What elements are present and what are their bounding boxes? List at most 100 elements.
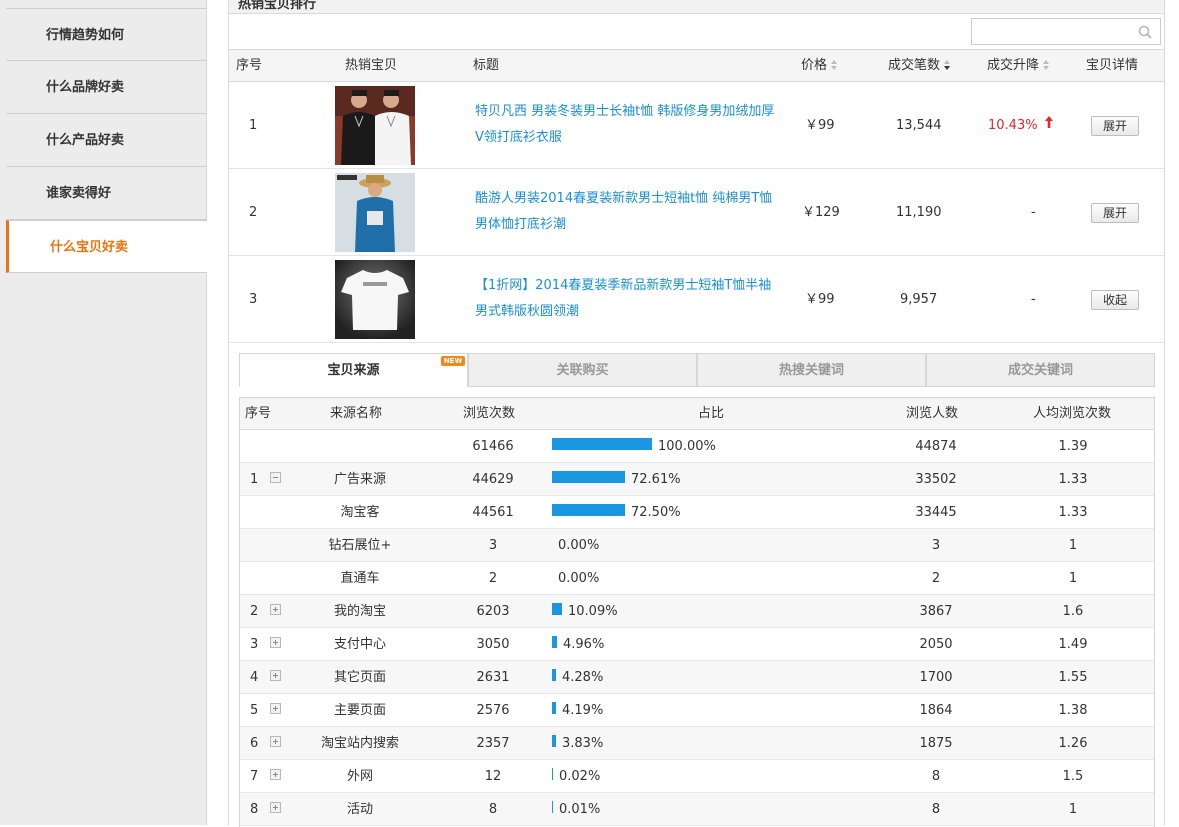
visitors: 3867 [919,604,953,619]
visitors: 44874 [915,439,957,454]
product-title-link[interactable]: 酷游人男装2014春夏装新款男士短袖t恤 纯棉男T恤男体恤打底衫潮 [475,186,775,238]
collapse-button[interactable]: 收起 [1091,290,1139,310]
search-icon[interactable] [1138,25,1152,39]
col-change-header[interactable]: 成交升降 [987,50,1050,81]
col-rank: 序号 [236,58,263,73]
price: ￥129 [802,205,840,220]
sidebar-item-brand[interactable]: 什么品牌好卖 [6,61,207,114]
visitors: 2050 [919,637,953,652]
source-name: 活动 [346,802,373,817]
product-title-link[interactable]: 【1折网】2014春夏装季新品新款男士短袖T恤半袖男式韩版秋圆领潮 [475,273,775,325]
table-row: 1 特贝凡西 男装冬装男士长袖t恤 韩版修身男加绒加厚V领打底衫衣服 ￥99 1… [229,82,1164,169]
detail-tabs: 宝贝来源 NEW 关联购买 热搜关键词 成交关键词 [239,353,1155,387]
new-badge: NEW [441,356,465,366]
share-percent: 4.28% [562,670,604,685]
table-row: 2 我的淘宝 6203 10.09% 3867 1.6 [240,595,1154,628]
expand-plus-icon[interactable] [270,769,281,780]
search-input[interactable] [972,19,1132,44]
source-name: 我的淘宝 [333,604,386,619]
share-percent: 0.00% [558,571,600,586]
share-bar [552,636,557,648]
views: 2 [488,571,498,586]
source-name: 支付中心 [333,637,386,652]
source-name: 淘宝站内搜索 [320,736,399,751]
col-idx: 序号 [245,406,272,421]
row-index: 6 [250,736,259,751]
share-bar [552,801,553,813]
expand-button[interactable]: 展开 [1091,203,1139,223]
source-name: 外网 [346,769,373,784]
table-row: 5 主要页面 2576 4.19% 1864 1.38 [240,694,1154,727]
share-percent: 0.02% [559,769,601,784]
source-table-header: 序号 来源名称 浏览次数 占比 浏览人数 人均浏览次数 [240,398,1154,430]
table-row: 1 广告来源 44629 72.61% 33502 1.33 [240,463,1154,496]
source-name: 淘宝客 [340,505,380,520]
tab-item-source[interactable]: 宝贝来源 NEW [239,353,468,387]
col-detail: 宝贝详情 [1086,58,1139,73]
product-thumbnail[interactable] [335,86,415,165]
expand-plus-icon[interactable] [270,802,281,813]
row-index: 8 [250,802,259,817]
rank: 1 [249,118,258,133]
visitors: 8 [931,802,941,817]
share-bar [552,669,556,681]
expand-button[interactable]: 展开 [1091,116,1139,136]
col-price: 价格 [801,58,828,73]
sort-icon [831,60,838,70]
panel-header: 热销宝贝排行 [229,0,1164,14]
arrow-up-icon [1045,116,1053,128]
col-item: 热销宝贝 [345,58,398,73]
change-rate: 10.43% [988,118,1038,133]
expand-plus-icon[interactable] [270,637,281,648]
views: 3 [488,538,498,553]
share-percent: 100.00% [658,439,716,454]
sidebar-item-hot-items[interactable]: 什么宝贝好卖 [6,220,207,273]
avg-views: 1 [1068,571,1078,586]
sidebar-item-market-trend[interactable]: 行情趋势如何 [6,8,207,61]
avg-views: 1.55 [1058,670,1088,685]
product-thumbnail[interactable] [335,173,415,252]
change-rate: - [1031,292,1036,307]
visitors: 8 [931,769,941,784]
row-index: 4 [250,670,259,685]
tab-deal-keywords[interactable]: 成交关键词 [926,353,1155,387]
share-bar [552,768,553,780]
share-percent: 72.50% [631,505,681,520]
avg-views: 1.6 [1062,604,1084,619]
table-row: 6 淘宝站内搜索 2357 3.83% 1875 1.26 [240,727,1154,760]
table-row: 61466 100.00% 44874 1.39 [240,430,1154,463]
share-bar [552,504,625,516]
expand-plus-icon[interactable] [270,604,281,615]
views: 3050 [476,637,510,652]
product-title-link[interactable]: 特贝凡西 男装冬装男士长袖t恤 韩版修身男加绒加厚V领打底衫衣服 [475,99,775,151]
table-row: 淘宝客 44561 72.50% 33445 1.33 [240,496,1154,529]
visitors: 2 [931,571,941,586]
expand-plus-icon[interactable] [270,736,281,747]
tab-related-purchase[interactable]: 关联购买 [468,353,697,387]
views: 2631 [476,670,510,685]
share-bar [552,603,562,615]
visitors: 1875 [919,736,953,751]
collapse-minus-icon[interactable] [270,472,281,483]
table-row: 3 支付中心 3050 4.96% 2050 1.49 [240,628,1154,661]
col-price-header[interactable]: 价格 [801,50,838,81]
deals: 9,957 [900,292,938,307]
sidebar-item-seller[interactable]: 谁家卖得好 [6,167,207,220]
tab-hot-keywords[interactable]: 热搜关键词 [697,353,926,387]
expand-plus-icon[interactable] [270,670,281,681]
source-name: 广告来源 [333,472,386,487]
share-percent: 0.01% [559,802,601,817]
deals: 11,190 [896,205,942,220]
row-index: 3 [250,637,259,652]
source-name: 直通车 [340,571,380,586]
row-index: 1 [250,472,259,487]
table-row: 钻石展位+ 3 0.00% 3 1 [240,529,1154,562]
share-bar [552,471,625,483]
expand-plus-icon[interactable] [270,703,281,714]
product-thumbnail[interactable] [335,260,415,339]
col-deals-header[interactable]: 成交笔数 [888,50,951,81]
sidebar-item-product[interactable]: 什么产品好卖 [6,114,207,167]
col-deals: 成交笔数 [888,58,941,73]
source-name: 钻石展位+ [328,538,392,553]
source-name: 主要页面 [333,703,386,718]
